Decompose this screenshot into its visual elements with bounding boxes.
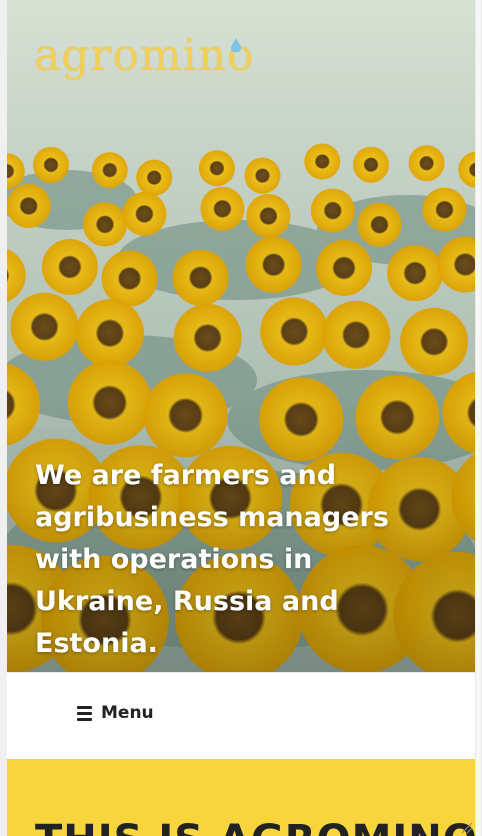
page-frame: agromino We are farmers and agribusiness…: [7, 0, 475, 836]
menu-toggle-button[interactable]: Menu: [77, 703, 154, 723]
section-heading: THIS IS AGROMINO: [35, 817, 475, 836]
scrollbar-thumb[interactable]: [476, 0, 481, 836]
logo-wordmark: agromino: [34, 30, 255, 81]
menu-label: Menu: [101, 703, 154, 723]
hamburger-icon: [77, 705, 92, 721]
brand-logo[interactable]: agromino: [34, 34, 255, 104]
hero-banner: agromino We are farmers and agribusiness…: [7, 0, 475, 672]
navigation-bar: Menu: [7, 672, 475, 758]
scrollbar[interactable]: [475, 0, 482, 836]
hero-tagline: We are farmers and agribusiness managers…: [35, 460, 389, 659]
resize-grip-icon[interactable]: [459, 820, 473, 834]
intro-section: THIS IS AGROMINO: [7, 759, 475, 836]
water-drop-icon: [231, 38, 241, 52]
